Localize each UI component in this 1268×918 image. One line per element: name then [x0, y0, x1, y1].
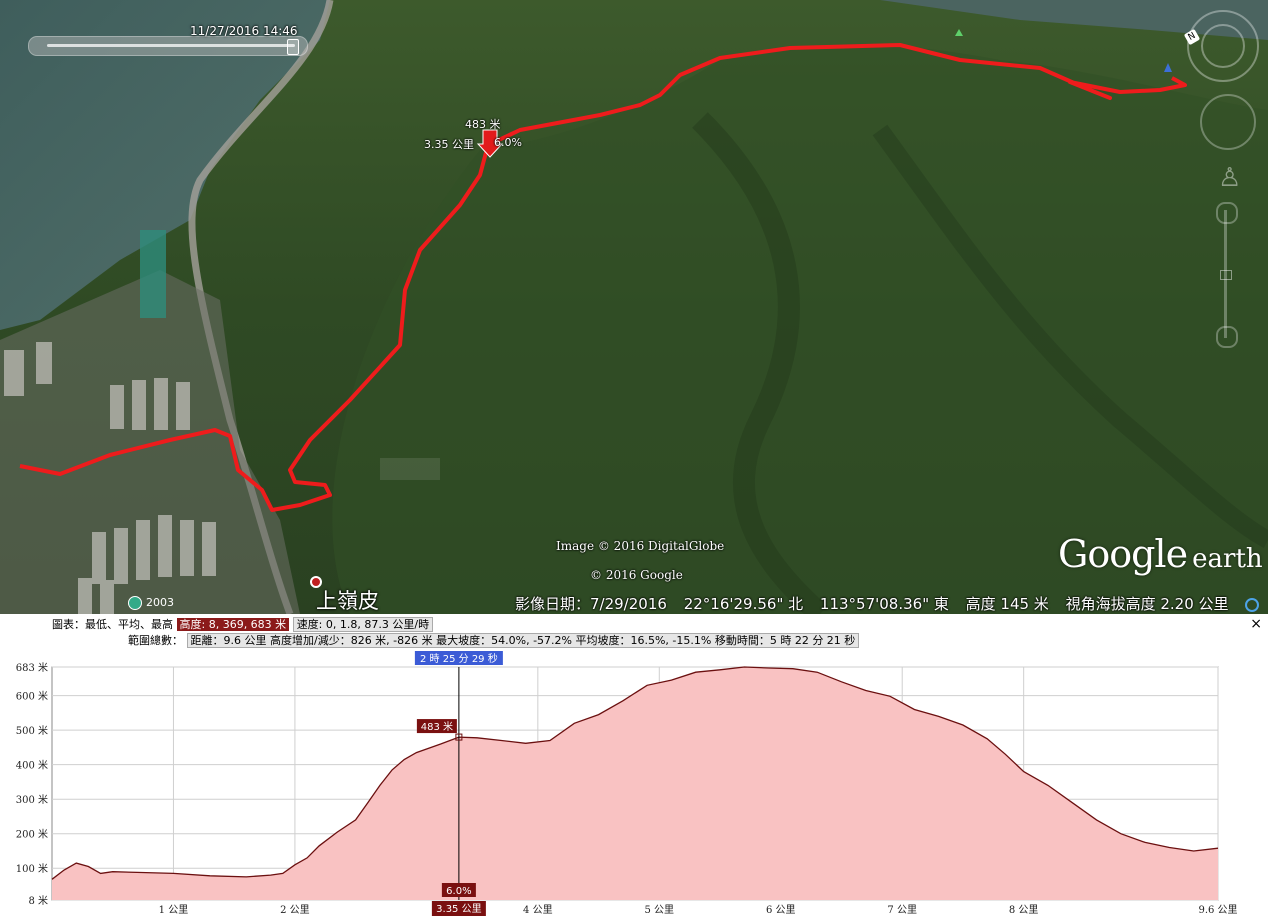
earth-3d-view[interactable]: 483 米 3.35 公里 6.0% 11/27/2016 14:46 N ♙ …	[0, 0, 1268, 614]
google-credit: © 2016 Google	[590, 568, 683, 582]
y-tick-label: 300 米	[16, 793, 48, 806]
historical-year: 2003	[146, 596, 174, 609]
time-slider-datetime: 11/27/2016 14:46	[190, 24, 298, 38]
y-tick-label: 500 米	[16, 724, 48, 737]
x-tick-label: 2 公里	[280, 904, 310, 916]
y-tick-label: 683 米	[16, 661, 48, 674]
zoom-knob[interactable]	[1220, 270, 1232, 280]
clock-icon	[128, 596, 142, 610]
cursor-dist-text: 3.35 公里	[436, 903, 481, 915]
terrain-imagery	[0, 0, 1268, 614]
status-bar: 影像日期：7/29/2016 22°16'29.56" 北 113°57'08.…	[515, 593, 1260, 614]
move-joystick[interactable]	[1200, 94, 1256, 150]
x-tick-label: 4 公里	[523, 904, 553, 916]
longitude: 113°57'08.36" 東	[819, 595, 949, 613]
y-tick-label: 600 米	[16, 690, 48, 703]
compass-ring[interactable]	[1187, 10, 1259, 82]
streaming-indicator-icon	[1245, 597, 1260, 612]
cursor-slope-text: 6.0%	[446, 886, 471, 897]
cursor-distance-label: 3.35 公里	[424, 138, 474, 151]
google-logo-text: Google	[1058, 532, 1188, 576]
y-tick-label: 400 米	[16, 759, 48, 772]
x-tick-label: 7 公里	[887, 904, 917, 916]
eye-altitude: 視角海拔高度 2.20 公里	[1065, 595, 1229, 613]
cursor-slope-label: 6.0%	[494, 136, 522, 149]
elevation-readout: 高度 145 米	[965, 595, 1049, 613]
zoom-in-button[interactable]	[1216, 202, 1238, 224]
imagery-date: 影像日期：7/29/2016	[515, 595, 667, 613]
imagery-credit: Image © 2016 DigitalGlobe	[556, 539, 725, 553]
cursor-altitude-label: 483 米	[465, 118, 501, 131]
latitude: 22°16'29.56" 北	[683, 595, 804, 613]
look-joystick[interactable]	[1201, 24, 1245, 68]
google-earth-logo: Google earth	[1058, 532, 1263, 576]
time-slider[interactable]	[28, 36, 308, 56]
x-tick-label: 6 公里	[766, 904, 796, 916]
x-tick-label: 5 公里	[645, 904, 675, 916]
x-axis-ticks: 1 公里 2 公里 4 公里 5 公里 6 公里 7 公里 8 公里 9.6 公里	[159, 904, 1238, 916]
cursor-alt-text: 483 米	[421, 720, 453, 733]
historical-imagery-badge[interactable]: 2003	[128, 596, 174, 610]
x-tick-label: 1 公里	[159, 904, 189, 916]
earth-logo-text: earth	[1192, 544, 1263, 574]
cursor-time-text: 2 時 25 分 29 秒	[420, 652, 498, 665]
time-slider-track[interactable]	[47, 44, 295, 47]
placemark-label[interactable]: 上嶺皮	[316, 585, 379, 614]
street-view-pegman-icon[interactable]: ♙	[1218, 160, 1241, 196]
zoom-out-button[interactable]	[1216, 326, 1238, 348]
y-tick-label: 8 米	[28, 894, 48, 907]
y-tick-label: 100 米	[16, 862, 48, 875]
x-tick-label: 9.6 公里	[1198, 904, 1237, 916]
elevation-profile-panel[interactable]: × 圖表：最低、平均、最高 高度: 8, 369, 683 米 速度: 0, 1…	[0, 614, 1268, 918]
time-slider-thumb[interactable]	[287, 39, 299, 55]
y-tick-label: 200 米	[16, 828, 48, 841]
elevation-chart[interactable]: 8 米 100 米 200 米 300 米 400 米 500 米 600 米 683 米 1…	[0, 614, 1268, 918]
zoom-slider[interactable]	[1216, 202, 1238, 348]
x-tick-label: 8 公里	[1009, 904, 1039, 916]
y-axis-ticks: 8 米 100 米 200 米 300 米 400 米 500 米 600 米 683 米	[16, 661, 48, 907]
